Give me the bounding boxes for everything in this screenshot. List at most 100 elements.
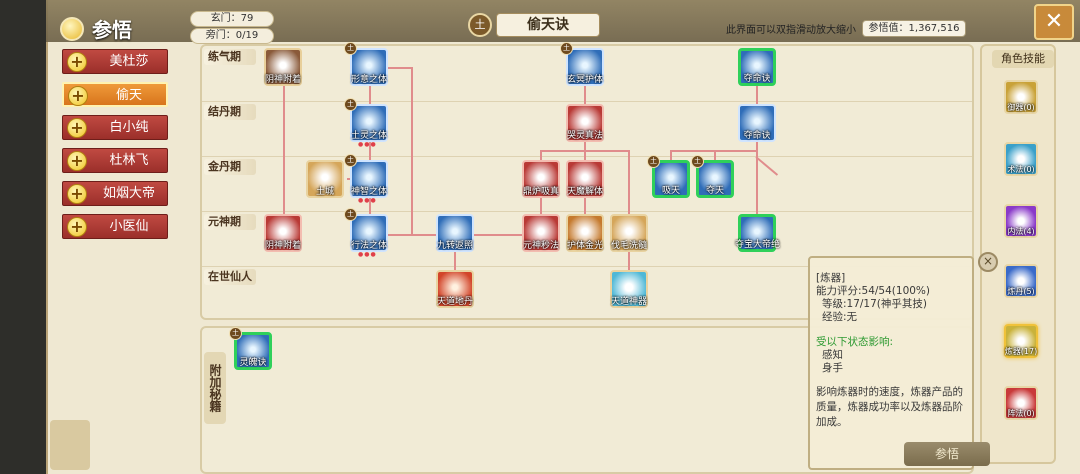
skill-title-box: 土 偷天诀 xyxy=(468,12,602,38)
tree-connector xyxy=(628,150,630,216)
skill-node-tianmojieti[interactable]: 天魔解体 xyxy=(566,160,604,198)
tree-connector xyxy=(540,196,542,214)
role-skill-liandan[interactable]: 炼丹(5) xyxy=(1004,264,1038,298)
progress-dots: ●●● xyxy=(358,197,377,204)
role-skill-lianqi[interactable]: 炼器(17) xyxy=(1004,324,1038,358)
tree-connector xyxy=(584,84,586,106)
earth-badge-icon: 土 xyxy=(560,42,573,55)
skill-node-duomingjue-1[interactable]: 夺命诀 xyxy=(738,48,776,86)
node-label: 天魔解体 xyxy=(566,187,603,197)
character-tab-baixiaochun[interactable]: + 白小纯 xyxy=(62,115,168,140)
character-name: 如烟大帝 xyxy=(102,186,155,201)
tree-connector xyxy=(540,150,542,160)
plus-icon: + xyxy=(67,118,87,138)
skill-node-duomingjue-2[interactable]: 夺命诀 xyxy=(738,104,776,142)
earth-badge-icon: 土 xyxy=(344,154,357,167)
character-tab-dulinfei[interactable]: + 杜林飞 xyxy=(62,148,168,173)
skill-node-tulingzhiti[interactable]: 土 土灵之体 ●●● xyxy=(344,98,388,148)
skill-node-hutijinguang[interactable]: 护体金光 xyxy=(566,214,604,252)
tooltip-exp: 经验:无 xyxy=(822,311,858,323)
progress-dots: ●●● xyxy=(358,251,377,258)
realm-divider xyxy=(202,156,972,157)
character-tab-toutian[interactable]: + 偷天 xyxy=(62,82,168,107)
earth-badge-icon: 土 xyxy=(344,98,357,111)
role-skill-yuqi[interactable]: 御器(0) xyxy=(1004,80,1038,114)
tooltip-level: 等级:17/17(神乎其技) xyxy=(822,298,927,310)
plus-icon: + xyxy=(67,151,87,171)
role-skills-title: 角色技能 xyxy=(992,50,1054,68)
tree-connector xyxy=(388,67,412,69)
node-label: 哭灵真法 xyxy=(566,131,603,141)
skill-node-xingfazhiti[interactable]: 土 行法之体 ●●● xyxy=(344,208,388,258)
realm-divider xyxy=(202,101,972,102)
node-label: 鼎炉吸真 xyxy=(522,187,559,197)
skill-node-yinshenfuzhe[interactable]: 阴神附着 xyxy=(264,48,302,86)
earth-badge-icon: 土 xyxy=(229,327,242,340)
role-skill-neifa[interactable]: 内法(4) xyxy=(1004,204,1038,238)
secret-art-lingpojue[interactable]: 土 灵魄诀 xyxy=(229,327,272,370)
node-label: 炼器(17) xyxy=(1004,347,1038,356)
tree-connector xyxy=(756,142,758,216)
tooltip-influence-item: 身手 xyxy=(822,362,843,374)
skill-node-tiandaodidan[interactable]: 天道地丹 xyxy=(436,270,474,308)
tooltip-skill-name: [炼器] xyxy=(816,272,846,284)
node-label: 阴神附着 xyxy=(264,75,301,85)
character-tab-xiaoyixian[interactable]: + 小医仙 xyxy=(62,214,168,239)
character-name: 白小纯 xyxy=(109,120,149,135)
skill-node-famaoxisui[interactable]: 伐毛洗髓 xyxy=(610,214,648,252)
close-icon[interactable]: × xyxy=(978,252,998,272)
node-label: 阴神附着 xyxy=(264,241,301,251)
earth-element-badge: 土 xyxy=(468,13,492,37)
xuan-men-counter: 玄门：79 xyxy=(190,11,274,27)
skill-node-xitian[interactable]: 土 吸天 xyxy=(647,155,690,198)
node-label: 夺天 xyxy=(705,186,724,196)
tree-connector xyxy=(628,252,630,270)
tree-connector xyxy=(369,84,371,106)
tree-connector xyxy=(411,67,413,235)
skill-node-dinglu[interactable]: 鼎炉吸真 xyxy=(522,160,560,198)
node-label: 行法之体 xyxy=(350,241,387,251)
skill-node-tucheng[interactable]: 土城 xyxy=(306,160,344,198)
node-label: 内法(4) xyxy=(1007,227,1035,236)
skill-node-duobaodadijue[interactable]: 夺宝大帝绝 xyxy=(735,214,780,252)
skill-node-xingyizhiti[interactable]: 土 形意之体 xyxy=(344,42,388,86)
tree-connector xyxy=(756,84,758,106)
node-label: 护体金光 xyxy=(566,241,603,251)
character-tab-meidusha[interactable]: + 美杜莎 xyxy=(62,49,168,74)
character-name: 杜林飞 xyxy=(109,153,149,168)
node-label: 伐毛洗髓 xyxy=(610,241,647,251)
tree-connector xyxy=(714,150,716,160)
plus-icon: + xyxy=(67,217,87,237)
node-label: 阵法(0) xyxy=(1007,409,1035,418)
skill-node-xuanminghuti[interactable]: 土 玄冥护体 xyxy=(560,42,604,86)
left-background-strip xyxy=(0,0,46,474)
node-label: 天道神器 xyxy=(610,297,647,307)
close-icon[interactable]: ✕ xyxy=(1034,4,1074,40)
role-skill-shufa[interactable]: 术法(0) xyxy=(1004,142,1038,176)
tree-connector xyxy=(474,234,522,236)
node-label: 灵魄诀 xyxy=(239,358,267,368)
earth-badge-icon: 土 xyxy=(344,208,357,221)
skill-node-kulingzhenfa[interactable]: 哭灵真法 xyxy=(566,104,604,142)
node-label: 夺命诀 xyxy=(743,131,771,141)
skill-node-shenzhizhiti[interactable]: 土 神智之体 ●●● xyxy=(344,154,388,204)
node-label: 炼丹(5) xyxy=(1007,287,1035,296)
node-label: 玄冥护体 xyxy=(566,75,603,85)
character-name: 偷天 xyxy=(115,88,142,103)
skill-node-duotian[interactable]: 土 夺天 xyxy=(691,155,734,198)
zoom-hint: 此界面可以双指滑动放大缩小 xyxy=(726,25,856,36)
realm-divider xyxy=(202,211,972,212)
tooltip-rating: 能力评分:54/54(100%) xyxy=(816,285,931,297)
realm-label-zaishixianren: 在世仙人 xyxy=(204,269,256,285)
skill-node-yinshenfuzhe-2[interactable]: 阴神附着 xyxy=(264,214,302,252)
enlighten-button[interactable]: 参悟 xyxy=(904,442,990,466)
skill-node-tiandaoshenqi[interactable]: 天道神器 xyxy=(610,270,648,308)
role-skill-zhenfa[interactable]: 阵法(0) xyxy=(1004,386,1038,420)
character-tab-ruyandadi[interactable]: + 如烟大帝 xyxy=(62,181,168,206)
page-title: 参悟 xyxy=(92,18,132,42)
earth-badge-icon: 土 xyxy=(691,155,704,168)
skill-node-jiuzhuanfanzhao[interactable]: 九转返照 xyxy=(436,214,474,252)
node-label: 九转返照 xyxy=(436,241,473,251)
skill-node-yuanshenmiaofa[interactable]: 元神秒法 xyxy=(522,214,560,252)
tree-connector xyxy=(388,234,436,236)
